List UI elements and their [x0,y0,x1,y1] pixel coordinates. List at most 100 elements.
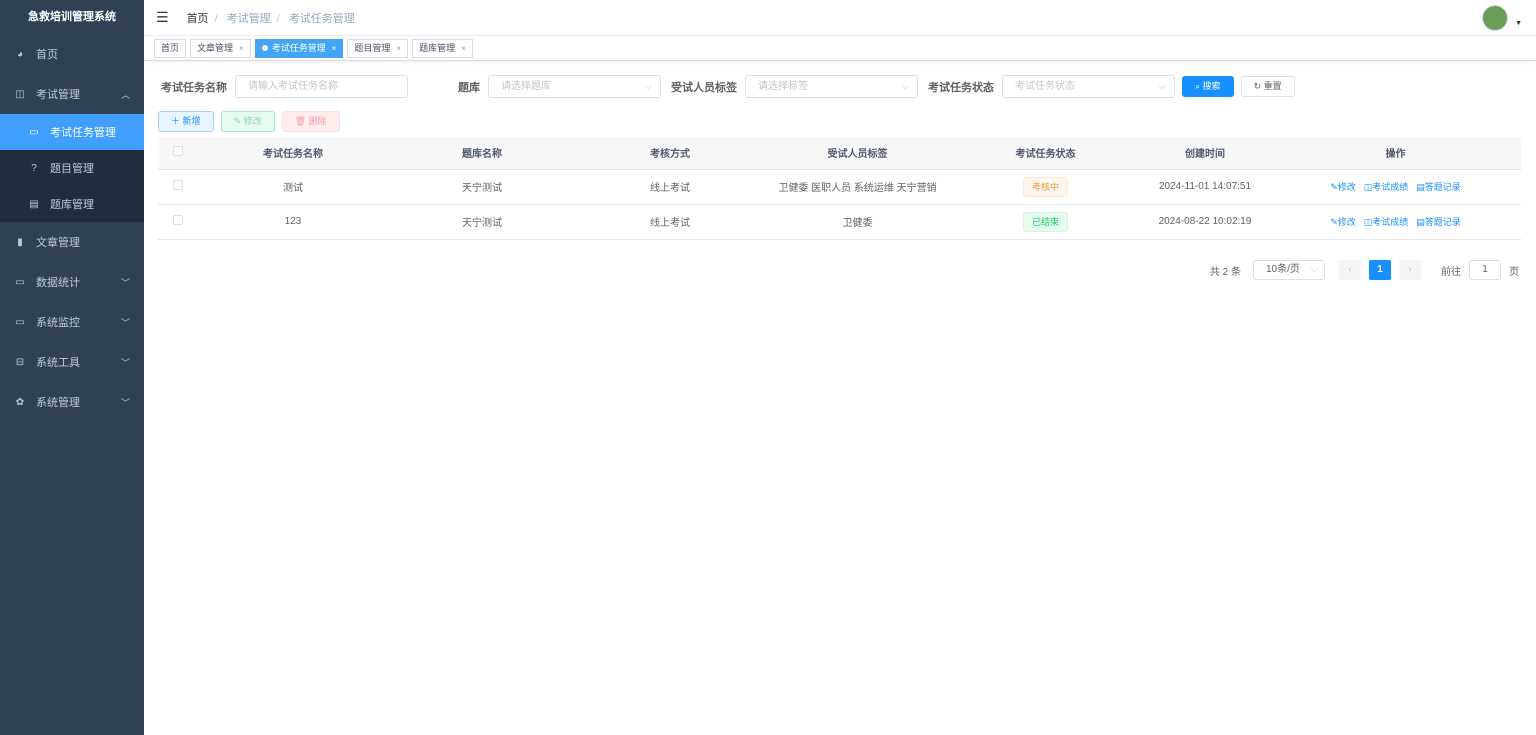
sidebar-item-label: 系统管理 [36,397,80,409]
chevron-down-icon: ⌵ [1158,81,1166,92]
search-button[interactable]: ⌕ 搜索 [1182,76,1234,97]
chevron-down-icon: ﹀ [120,397,130,408]
sidebar-item-label: 数据统计 [36,277,80,289]
row-checkbox[interactable] [173,215,183,225]
select-all-checkbox[interactable] [173,146,183,157]
book-icon: ◫ [15,88,25,100]
tag-bank[interactable]: 题库管理 × [412,38,473,58]
close-icon[interactable]: × [239,44,244,53]
plus-icon: ＋ [171,116,183,126]
sidebar-item-exam[interactable]: ◫ 考试管理 ︿ [0,74,144,114]
hamburger-icon[interactable]: ☰ [156,9,169,26]
chevron-down-icon: ﹀ [120,357,130,368]
sidebar-item-question[interactable]: ? 题目管理 [0,150,144,186]
status-badge: 已结束 [1022,211,1068,232]
breadcrumb-item: 考试管理 [226,12,271,25]
avatar[interactable] [1482,5,1508,31]
cell-bank: 天宁测试 [388,169,576,205]
close-icon[interactable]: × [461,44,466,53]
sidebar-item-home[interactable]: ◕ 首页 [0,34,144,74]
article-icon: ▮ [17,236,23,248]
sidebar-item-label: 系统工具 [36,357,80,369]
chevron-down-icon: ⌵ [1310,264,1318,275]
toolbox-icon: ⊟ [15,356,25,368]
goto-page-input[interactable]: 1 [1469,260,1501,280]
edit-button[interactable]: ✎ 修改 [220,111,275,132]
breadcrumb-item[interactable]: 首页 [187,13,209,25]
sidebar-item-label: 题库管理 [50,199,94,211]
monitor-icon: ▭ [15,316,25,328]
sidebar-item-label: 系统监控 [36,317,80,329]
column-header: 操作 [1270,137,1521,170]
goto-label: 前往 [1441,266,1461,278]
chevron-up-icon: ︿ [120,89,130,100]
sidebar-item-stats[interactable]: ▭ 数据统计 ﹀ [0,262,144,302]
page-size-select[interactable]: 10条/页 ⌵ [1253,260,1325,280]
bank-select[interactable]: 请选择题库 ⌵ [488,75,661,98]
cell-method: 线上考试 [576,169,764,205]
edit-link[interactable]: ✎修改 [1330,217,1356,227]
breadcrumb-item: 考试任务管理 [288,12,355,25]
sidebar-item-system[interactable]: ✿ 系统管理 ﹀ [0,382,144,422]
search-icon: ⌕ [1195,81,1203,91]
exam-task-table: 考试任务名称 题库名称 考核方式 受试人员标签 考试任务状态 创建时间 操作 测… [158,137,1521,240]
tag-label: 受试人员标签 [671,81,737,94]
search-form: 考试任务名称 请输入考试任务名称 题库 请选择题库 ⌵ 受试人员标签 请选择标签 ⌵… [161,75,1295,98]
chevron-down-icon: ⌵ [644,81,652,92]
column-header: 考核方式 [576,137,764,170]
caret-down-icon[interactable]: ▼ [1515,20,1522,27]
monitor-icon: ▭ [15,276,25,288]
reset-button[interactable]: ↻ 重置 [1240,76,1295,97]
chevron-down-icon: ﹀ [120,317,130,328]
sidebar-item-bank[interactable]: ▤ 题库管理 [0,186,144,222]
sidebar-item-exam-task[interactable]: ▭ 考试任务管理 [0,114,144,150]
tag-home[interactable]: 首页 [154,38,187,58]
column-header: 题库名称 [388,137,576,170]
cell-created: 2024-11-01 14:07:51 [1140,169,1270,205]
column-header: 创建时间 [1140,137,1270,170]
tag-select[interactable]: 请选择标签 ⌵ [745,75,918,98]
sidebar-item-tools[interactable]: ⊟ 系统工具 ﹀ [0,342,144,382]
cell-tags: 卫健委 医职人员 系统运维 天宁营销 [764,169,951,205]
prev-page-button[interactable]: ‹ [1339,260,1361,280]
sidebar: 急救培训管理系统 ◕ 首页 ◫ 考试管理 ︿ ▭ 考试任务管理 ? 题目管理 ▤ 题库管理 … [0,0,144,735]
cell-name: 测试 [198,169,388,205]
column-header: 考试任务状态 [951,137,1140,170]
next-page-button[interactable]: › [1399,260,1421,280]
sidebar-item-label: 文章管理 [36,237,80,249]
tag-article[interactable]: 文章管理 × [190,38,251,58]
answers-link[interactable]: ▤答题记录 [1416,217,1461,227]
column-header: 考试任务名称 [198,137,388,170]
scores-link[interactable]: ◫考试成绩 [1364,217,1409,227]
cell-name: 123 [198,204,388,240]
bank-label: 题库 [458,81,480,94]
close-icon[interactable]: × [396,44,401,53]
row-checkbox[interactable] [173,180,183,190]
page-number[interactable]: 1 [1369,260,1391,280]
sidebar-item-monitor[interactable]: ▭ 系统监控 ﹀ [0,302,144,342]
edit-link[interactable]: ✎修改 [1330,182,1356,192]
tags-view: 首页 文章管理 × 考试任务管理 × 题目管理 × 题库管理 × [144,36,1536,61]
sidebar-item-article[interactable]: ▮ 文章管理 [0,222,144,262]
tag-question[interactable]: 题目管理 × [347,38,409,58]
tag-exam-task[interactable]: 考试任务管理 × [254,38,344,58]
status-badge: 考核中 [1022,176,1068,197]
edit-icon: ✎ [233,116,244,126]
table-row: 测试 天宁测试 线上考试 卫健委 医职人员 系统运维 天宁营销 考核中 2024… [158,169,1521,205]
app-title: 急救培训管理系统 [28,11,116,23]
name-input[interactable]: 请输入考试任务名称 [235,75,408,98]
cell-created: 2024-08-22 10:02:19 [1140,204,1270,240]
question-icon: ? [31,162,37,174]
scores-link[interactable]: ◫考试成绩 [1364,182,1409,192]
close-icon[interactable]: × [332,44,337,53]
add-button[interactable]: ＋ 新增 [158,111,214,132]
table-row: 123 天宁测试 线上考试 卫健委 已结束 2024-08-22 10:02:1… [158,204,1521,240]
answers-link[interactable]: ▤答题记录 [1416,182,1461,192]
status-select[interactable]: 考试任务状态 ⌵ [1002,75,1175,98]
cell-bank: 天宁测试 [388,204,576,240]
total-count: 共 2 条 [1209,266,1241,278]
sidebar-item-label: 考试管理 [36,89,80,101]
page-suffix: 页 [1509,266,1519,278]
delete-button[interactable]: 🗑 删除 [281,111,340,132]
bank-icon: ▤ [29,198,39,210]
